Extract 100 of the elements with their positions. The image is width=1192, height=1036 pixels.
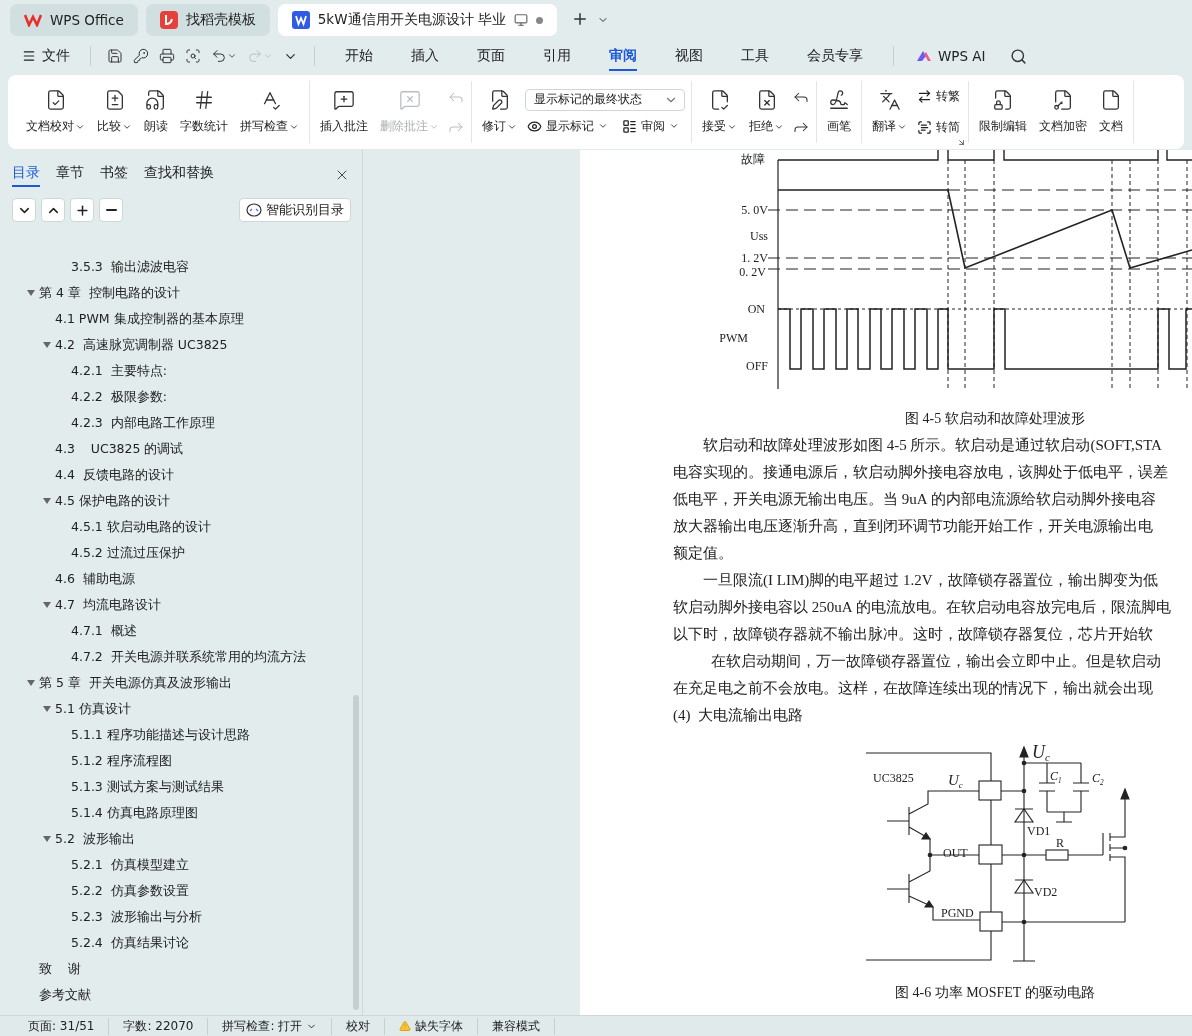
markup-select[interactable]: 显示标记的最终状态 [525,88,685,111]
remove-level-button[interactable] [99,198,123,222]
window-tab[interactable]: 找稻壳模板 [145,4,270,36]
window-tab[interactable]: WPS Office [10,4,138,36]
toc-item[interactable]: 4.3 UC3825 的调试 [0,436,362,462]
status-item[interactable]: 缺失字体 [385,1017,479,1035]
menu-tab[interactable]: 会员专享 [807,41,863,71]
status-item[interactable]: 字数: 22070 [109,1017,209,1035]
ribbon-button[interactable]: 插入批注 [316,87,372,137]
toc-item[interactable]: 5.1.2 程序流程图 [0,748,362,774]
ribbon-button[interactable]: 比较 [93,87,136,137]
read-aloud-icon [145,89,167,111]
circuit-label: VD2 [1034,885,1058,899]
expand-down-button[interactable] [12,198,36,222]
toc-item[interactable]: 4.2.1 主要特点: [0,358,362,384]
ribbon-button[interactable]: 字数统计 [176,87,232,137]
panel-tab[interactable]: 章节 [56,163,84,187]
ribbon-button[interactable]: 限制编辑 [975,87,1031,137]
toc-item[interactable]: 4.4 反馈电路的设计 [0,462,362,488]
menu-tab[interactable]: 工具 [741,41,769,71]
toc-item[interactable]: 5.2.2 仿真参数设置 [0,878,362,904]
toc-item[interactable]: 第 5 章 开关电源仿真及波形输出 [0,670,362,696]
search-icon[interactable] [1009,47,1027,65]
status-item[interactable]: 兼容模式 [478,1017,556,1035]
menu-tab[interactable]: 开始 [345,41,373,71]
file-menu[interactable]: 文件 [18,45,74,67]
toc-item[interactable]: 4.7 均流电路设计 [0,592,362,618]
menu-tab[interactable]: 视图 [675,41,703,71]
plus-icon [74,202,90,218]
toc-item[interactable]: 4.6 辅助电源 [0,566,362,592]
ai-logo-icon [916,50,932,62]
ribbon-button[interactable]: 文档加密 [1035,87,1091,137]
ribbon-button[interactable]: 翻译 [868,87,911,137]
ribbon-button[interactable]: 画笔 [823,87,855,137]
toc-item[interactable]: 3.5.3 输出滤波电容 [0,254,362,280]
panel-tab[interactable]: 目录 [12,163,40,187]
toc-item[interactable]: 致 谢 [0,956,362,982]
menu-tab[interactable]: 引用 [543,41,571,71]
status-dropdown[interactable]: 拼写检查: 打开 [208,1017,333,1035]
print-icon[interactable] [159,48,175,64]
ribbon-button[interactable]: 文档校对 [22,87,89,137]
toc-item[interactable]: 4.1 PWM 集成控制器的基本原理 [0,306,362,332]
menu-tab[interactable]: 页面 [477,41,505,71]
ribbon-button[interactable]: 朗读 [140,87,172,137]
toc-item[interactable]: 5.2.3 波形输出与分析 [0,904,362,930]
word-count-icon [193,89,215,111]
smart-toc-button[interactable]: 智能识别目录 [239,198,351,222]
print-preview-icon[interactable] [185,48,201,64]
scrollbar[interactable] [353,695,359,1010]
menu-tab[interactable]: 审阅 [609,41,637,71]
toc-item[interactable]: 4.5 保护电路的设计 [0,488,362,514]
toc-item[interactable]: 5.1.4 仿真电路原理图 [0,800,362,826]
ribbon-button[interactable]: 拼写检查 [236,87,303,137]
collapse-up-button[interactable] [41,198,65,222]
panel-tab[interactable]: 查找和替换 [144,163,214,187]
toc-item[interactable]: 4.2.2 极限参数: [0,384,362,410]
toc-item[interactable]: 5.1.1 程序功能描述与设计思路 [0,722,362,748]
panel-tab[interactable]: 书签 [100,163,128,187]
save-icon[interactable] [107,48,123,64]
status-item[interactable]: 页面: 31/51 [14,1017,110,1035]
paragraph-line: 在软启动期间，万一故障锁存器置位，输出会立即中止。但是软启动 [711,653,1161,669]
ai-button[interactable]: WPS AI [910,47,992,65]
figure-caption: 图 4-6 功率 MOSFET 的驱动电路 [895,984,1096,1002]
pane-icon [622,118,637,134]
status-item[interactable]: 校对 [332,1017,386,1035]
wps-logo-icon [24,13,42,27]
monitor-icon [513,13,528,27]
toc-item[interactable]: 4.5.1 软启动电路的设计 [0,514,362,540]
ribbon-button[interactable]: 文档 [1095,87,1127,137]
ribbon-button[interactable]: 修订 [478,87,521,137]
ribbon-button[interactable]: 显示标记 [525,116,610,136]
ribbon-button[interactable]: 审阅 [620,116,681,136]
window-tab[interactable]: 5kW通信用开关电源设计 毕业 [277,4,557,36]
toc-item[interactable]: 参考文献 [0,982,362,1008]
toc-item[interactable]: 4.2.3 内部电路工作原理 [0,410,362,436]
ribbon-button[interactable]: 转简 [915,118,962,137]
circuit-label: UC3825 [873,771,914,785]
paragraph-line: 额定值。 [673,545,733,561]
launcher-icon[interactable] [957,138,966,147]
add-level-button[interactable] [70,198,94,222]
toc-item[interactable]: 4.2 高速脉宽调制器 UC3825 [0,332,362,358]
toc-item[interactable]: 5.2.1 仿真模型建立 [0,852,362,878]
toc-item[interactable]: 4.5.2 过流过压保护 [0,540,362,566]
ribbon-button[interactable]: 转繁 [915,87,962,106]
ribbon-button[interactable]: 接受 [698,87,741,137]
toc-item[interactable]: 5.2.4 仿真结果讨论 [0,930,362,956]
toc-item[interactable]: 5.1 仿真设计 [0,696,362,722]
toc-item[interactable]: 5.2 波形输出 [0,826,362,852]
add-comment-icon [333,89,355,111]
paragraph-line: 在充足电之前不会放电。这样，在故障连续出现的情况下，输出就会出现 [673,680,1153,696]
toc-item[interactable]: 第 4 章 控制电路的设计 [0,280,362,306]
toc-item[interactable]: 4.7.1 概述 [0,618,362,644]
toc-item[interactable]: 5.1.3 测试方案与测试结果 [0,774,362,800]
undo-icon[interactable] [211,48,237,64]
menu-tab[interactable]: 插入 [411,41,439,71]
toc-item[interactable]: 4.7.2 开关电源并联系统常用的均流方法 [0,644,362,670]
axis-label: 故障 [741,152,765,166]
key-icon[interactable] [133,48,149,64]
ribbon-button[interactable]: 拒绝 [745,87,788,137]
caret-icon [669,121,679,131]
